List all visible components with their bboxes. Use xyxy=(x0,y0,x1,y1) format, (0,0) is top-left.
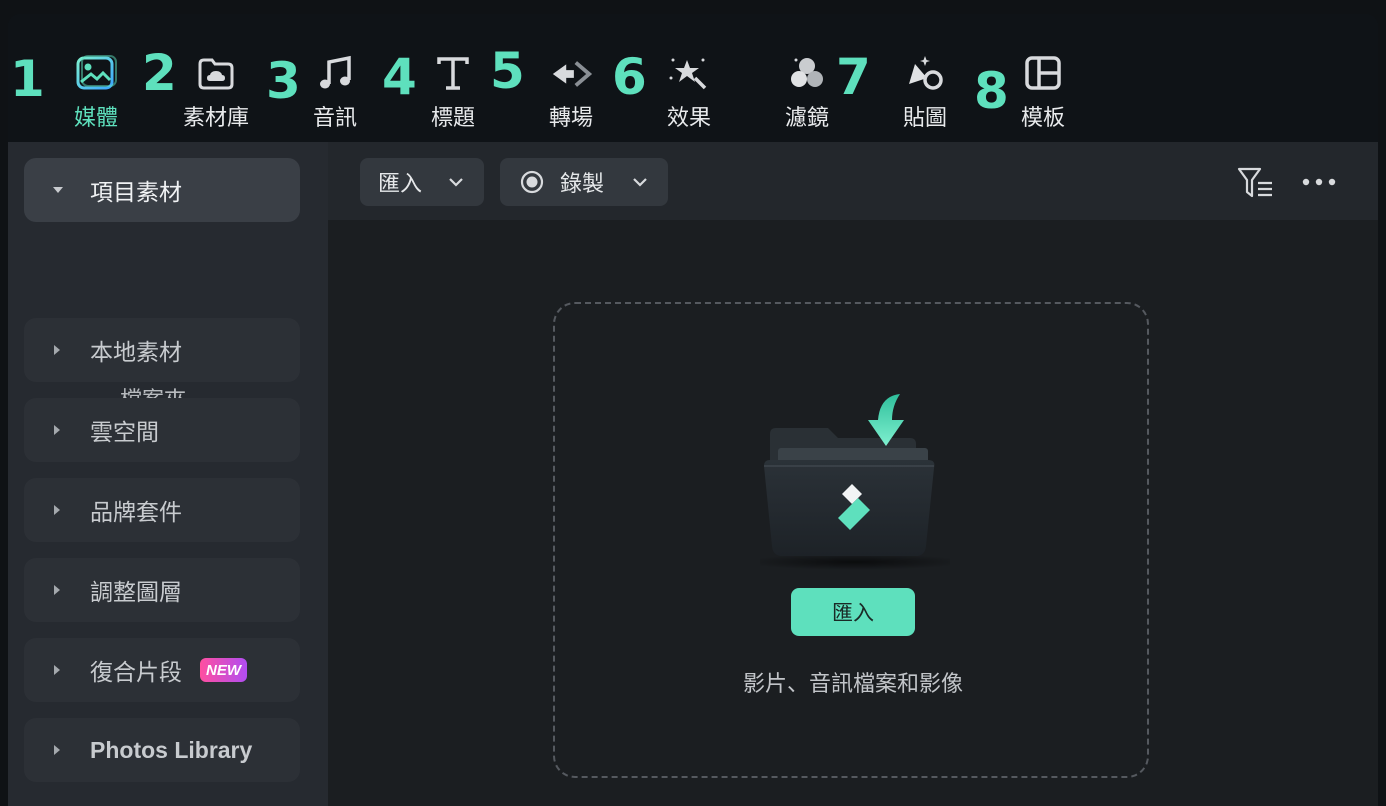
filter-icon[interactable] xyxy=(1236,166,1276,200)
caret-right-icon xyxy=(52,744,68,756)
sidebar-item-local-media[interactable]: 本地素材 xyxy=(24,318,300,382)
caret-right-icon xyxy=(52,664,68,676)
media-panel: 匯入 錄製 匯入 影片、音訊檔案和影像 xyxy=(328,142,1378,806)
transition-icon xyxy=(549,52,593,96)
record-dropdown-label: 錄製 xyxy=(560,172,605,197)
filters-icon xyxy=(785,52,829,96)
sidebar-item-compound-clip[interactable]: 復合片段 NEW xyxy=(24,638,300,702)
caret-right-icon xyxy=(52,344,68,356)
step-number-1: 1 xyxy=(10,50,45,108)
templates-icon xyxy=(1021,52,1065,96)
sidebar-item-label: 雲空間 xyxy=(90,420,159,446)
media-icon xyxy=(74,52,118,96)
chevron-down-icon xyxy=(448,177,464,187)
tab-audio[interactable]: 音訊 xyxy=(285,52,385,132)
sidebar-item-cloud[interactable]: 雲空間 xyxy=(24,398,300,462)
chevron-down-icon xyxy=(632,177,648,187)
tab-transitions-label: 轉場 xyxy=(548,106,593,131)
tab-stickers[interactable]: 貼圖 xyxy=(875,52,975,132)
sidebar: 項目素材 檔案夾 本地素材 雲空間 品牌套件 調整圖層 xyxy=(8,142,328,806)
tab-media[interactable]: 媒體 xyxy=(46,52,146,132)
import-drop-zone[interactable]: 匯入 影片、音訊檔案和影像 xyxy=(553,302,1149,778)
sidebar-item-label: 本地素材 xyxy=(90,340,182,366)
tab-filters-label: 濾鏡 xyxy=(784,106,829,131)
tab-effects[interactable]: 效果 xyxy=(639,52,739,132)
tab-media-label: 媒體 xyxy=(73,106,118,131)
text-title-icon xyxy=(431,52,475,96)
sidebar-item-label: 項目素材 xyxy=(90,180,182,206)
caret-down-icon xyxy=(52,185,68,195)
caret-right-icon xyxy=(52,504,68,516)
more-options-icon[interactable] xyxy=(1300,170,1340,194)
record-dropdown[interactable]: 錄製 xyxy=(500,158,668,206)
tab-effects-label: 效果 xyxy=(666,106,711,131)
media-panel-toolbar: 匯入 錄製 xyxy=(328,142,1378,220)
import-dropdown-label: 匯入 xyxy=(378,172,423,197)
record-icon xyxy=(520,170,544,194)
tab-filters[interactable]: 濾鏡 xyxy=(757,52,857,132)
caret-right-icon xyxy=(52,584,68,596)
tab-stock-media[interactable]: 素材庫 xyxy=(166,52,266,132)
cloud-library-icon xyxy=(194,52,238,96)
tab-templates-label: 模板 xyxy=(1020,106,1065,131)
import-button[interactable]: 匯入 xyxy=(791,588,915,636)
music-note-icon xyxy=(313,52,357,96)
sidebar-item-label: 調整圖層 xyxy=(90,580,182,606)
sidebar-item-label: 復合片段 xyxy=(90,660,182,686)
app-window: 1 2 3 4 5 6 7 8 媒體 素材庫 音訊 標題 轉場 效果 濾鏡 貼圖… xyxy=(8,14,1378,806)
import-hint-text: 影片、音訊檔案和影像 xyxy=(742,672,963,697)
sidebar-item-project-media[interactable]: 項目素材 xyxy=(24,158,300,222)
sidebar-item-brand-kit[interactable]: 品牌套件 xyxy=(24,478,300,542)
top-toolbar: 1 2 3 4 5 6 7 8 媒體 素材庫 音訊 標題 轉場 效果 濾鏡 貼圖… xyxy=(8,14,1378,142)
tab-transitions[interactable]: 轉場 xyxy=(521,52,621,132)
import-folder-icon xyxy=(745,384,965,574)
sidebar-item-photos-library[interactable]: Photos Library xyxy=(24,718,300,782)
effects-icon xyxy=(667,52,711,96)
import-dropdown[interactable]: 匯入 xyxy=(360,158,484,206)
caret-right-icon xyxy=(52,424,68,436)
tab-titles-label: 標題 xyxy=(430,106,475,131)
tab-stickers-label: 貼圖 xyxy=(902,106,947,131)
new-badge: NEW xyxy=(200,658,247,682)
tab-audio-label: 音訊 xyxy=(312,106,357,131)
stickers-icon xyxy=(903,52,947,96)
tab-stock-media-label: 素材庫 xyxy=(182,106,249,131)
sidebar-item-label: 品牌套件 xyxy=(90,500,182,526)
tab-titles[interactable]: 標題 xyxy=(403,52,503,132)
sidebar-item-label: Photos Library xyxy=(90,736,253,763)
sidebar-item-adjustment-layer[interactable]: 調整圖層 xyxy=(24,558,300,622)
tab-templates[interactable]: 模板 xyxy=(993,52,1093,132)
